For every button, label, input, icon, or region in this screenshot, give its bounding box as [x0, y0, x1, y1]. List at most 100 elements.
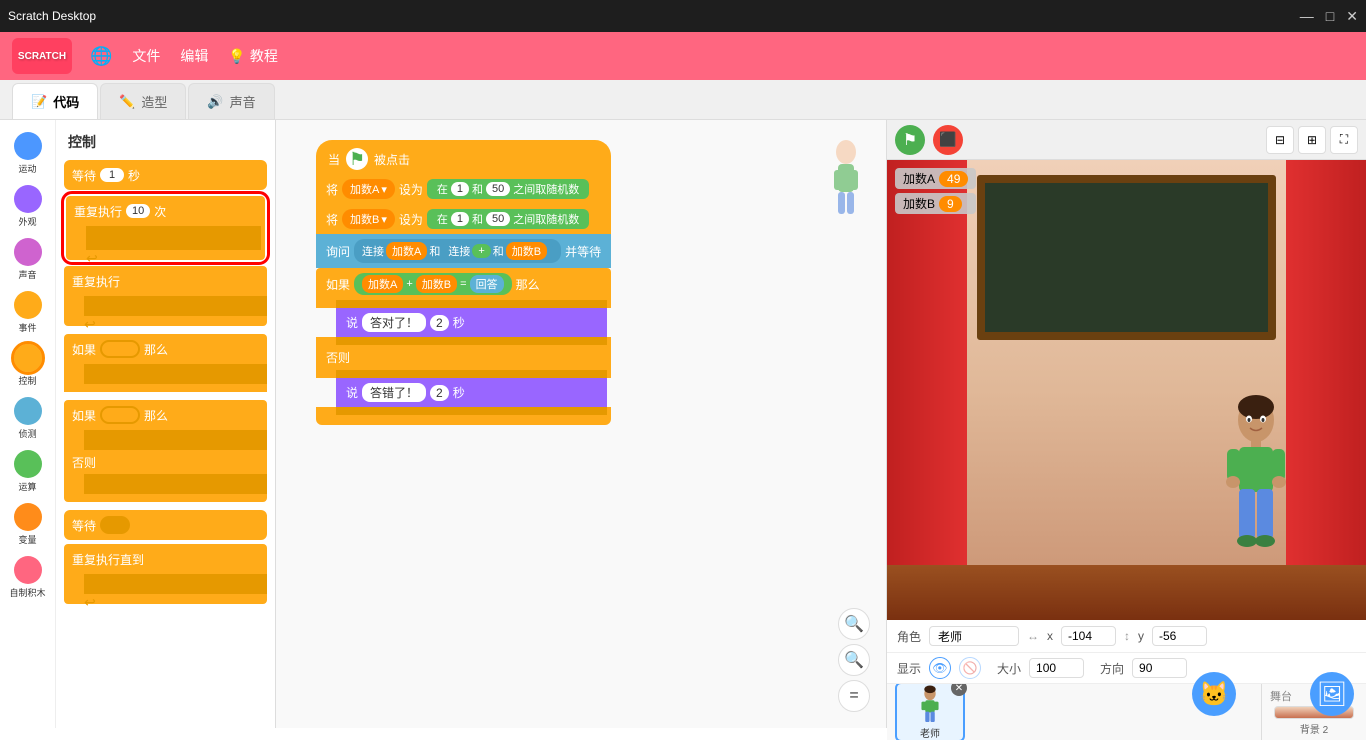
flag-icon: ⚑ [346, 148, 368, 170]
forever-block[interactable]: 重复执行 [64, 266, 267, 296]
script-container: 当 ⚑ 被点击 将 加数A ▾ 设为 在 1 和 50 [316, 140, 611, 425]
small-stage-button[interactable]: ⊟ [1266, 126, 1294, 154]
ask-block[interactable]: 询问 连接 加数A 和 连接 + 和 加数B 并等待 [316, 234, 611, 268]
fullscreen-button[interactable]: ⛶ [1330, 126, 1358, 154]
in-label-b: 在 [437, 211, 448, 227]
zoom-in-button[interactable]: 🔍 [838, 608, 870, 640]
category-variables[interactable]: 变量 [3, 499, 53, 550]
titlebar-right: — □ ✕ [1300, 8, 1358, 25]
tab-costume[interactable]: ✏️ 造型 [100, 83, 186, 119]
if-block[interactable]: 如果 那么 [64, 334, 267, 364]
var-b-selector[interactable]: 加数B ▾ [342, 209, 395, 229]
sprite-thumb-teacher[interactable]: ✕ 老师 [895, 684, 965, 740]
var-b-name: 加数B [350, 211, 379, 227]
and-label-a: 和 [472, 181, 483, 197]
repeat-until-block[interactable]: 重复执行直到 [64, 544, 267, 574]
correct-text: 答对了！ [362, 313, 426, 332]
if-foot [64, 384, 267, 392]
edit-menu[interactable]: 编辑 [170, 40, 218, 72]
script-area[interactable]: 当 ⚑ 被点击 将 加数A ▾ 设为 在 1 和 50 [276, 120, 886, 728]
range-a-val2[interactable]: 50 [486, 182, 510, 196]
say-time[interactable]: 2 [430, 315, 449, 331]
ask-label: 询问 [326, 243, 350, 260]
wrong-time[interactable]: 2 [430, 385, 449, 401]
category-sound-label: 声音 [18, 268, 36, 281]
say-correct-block[interactable]: 说 答对了！ 2 秒 [336, 308, 607, 337]
script-canvas: 当 ⚑ 被点击 将 加数A ▾ 设为 在 1 和 50 [276, 120, 886, 728]
set-a-op: 设为 [399, 181, 423, 198]
var-a-display: 加数A 49 [895, 168, 976, 189]
zoom-reset-icon: = [849, 687, 858, 705]
scratch-logo: SCRATCH [12, 38, 72, 74]
if-else-block[interactable]: 如果 那么 [64, 400, 267, 430]
bg-count: 背景 2 [1300, 721, 1328, 736]
tab-code[interactable]: 📝 代码 [12, 83, 98, 119]
repeat-block-circled: 重复执行 10 次 ↩ [64, 194, 267, 262]
and-label-b: 和 [472, 211, 483, 227]
wait-block[interactable]: 等待 1 秒 [64, 160, 267, 190]
set-var-a-block[interactable]: 将 加数A ▾ 设为 在 1 和 50 之间取随机数 [316, 174, 611, 204]
stop-button[interactable]: ⬛ [933, 125, 963, 155]
add-background-button[interactable]: 🖼 [1310, 672, 1354, 716]
repeat-input[interactable]: 10 [126, 204, 150, 218]
wait-input[interactable]: 1 [100, 168, 124, 182]
repeat-block[interactable]: 重复执行 10 次 [66, 196, 265, 226]
hide-button[interactable]: 🚫 [959, 657, 981, 679]
wait-answer-label: 并等待 [565, 243, 601, 260]
var-a-name: 加数A [350, 181, 379, 197]
maximize-button[interactable]: □ [1326, 8, 1334, 25]
category-looks[interactable]: 外观 [3, 181, 53, 232]
if-else-then: 那么 [144, 407, 168, 424]
file-menu[interactable]: 文件 [122, 40, 170, 72]
category-myblocks-label: 自制积木 [9, 586, 45, 599]
if-block-foot [316, 415, 611, 425]
globe-menu[interactable]: 🌐 [80, 40, 122, 73]
if-then: 那么 [144, 341, 168, 358]
hat-block[interactable]: 当 ⚑ 被点击 [316, 140, 611, 174]
size-input[interactable] [1029, 658, 1084, 678]
size-label: 大小 [997, 660, 1021, 677]
tab-costume-label: 造型 [141, 92, 167, 111]
zoom-reset-button[interactable]: = [838, 680, 870, 712]
x-input[interactable] [1061, 626, 1116, 646]
say-wrong-label: 说 [346, 384, 358, 401]
sprite-name-input[interactable] [929, 626, 1019, 646]
y-input[interactable] [1152, 626, 1207, 646]
green-flag-button[interactable]: ⚑ [895, 125, 925, 155]
category-motion[interactable]: 运动 [3, 128, 53, 179]
range-b-val1[interactable]: 1 [451, 212, 469, 226]
if-header[interactable]: 如果 加数A + 加数B = 回答 那么 [316, 268, 611, 300]
category-control[interactable]: 控制 [3, 340, 53, 391]
if-condition-slot [100, 340, 140, 358]
category-sound[interactable]: 声音 [3, 234, 53, 285]
range-b-val2[interactable]: 50 [486, 212, 510, 226]
category-myblocks[interactable]: 自制积木 [3, 552, 53, 603]
wrong-text: 答错了！ [362, 383, 426, 402]
add-sprite-button[interactable]: 🐱 [1192, 672, 1236, 716]
show-button[interactable]: 👁 [929, 657, 951, 679]
large-stage-button[interactable]: ⊞ [1298, 126, 1326, 154]
globe-icon: 🌐 [90, 46, 112, 67]
tutorial-menu[interactable]: 💡 教程 [218, 40, 287, 72]
category-sensing[interactable]: 侦测 [3, 393, 53, 444]
var-a-selector[interactable]: 加数A ▾ [342, 179, 395, 199]
set-var-b-block[interactable]: 将 加数B ▾ 设为 在 1 和 50 之间取随机数 [316, 204, 611, 234]
category-operators[interactable]: 运算 [3, 446, 53, 497]
clicked-label: 被点击 [374, 151, 410, 168]
var-a-value: 49 [939, 171, 968, 187]
script-area-sprite [826, 140, 866, 225]
minimize-button[interactable]: — [1300, 8, 1314, 25]
stage-controls: ⚑ ⬛ [895, 125, 963, 155]
zoom-out-button[interactable]: 🔍 [838, 644, 870, 676]
ask-join1: 连接 加数A 和 连接 + 和 加数B [354, 239, 561, 263]
sprite-delete-button[interactable]: ✕ [951, 684, 967, 696]
category-events[interactable]: 事件 [3, 287, 53, 338]
category-sensing-label: 侦测 [18, 427, 36, 440]
close-button[interactable]: ✕ [1346, 8, 1358, 25]
range-a-val1[interactable]: 1 [451, 182, 469, 196]
y-label: y [1138, 629, 1144, 643]
say-wrong-block[interactable]: 说 答错了！ 2 秒 [336, 378, 607, 407]
wait2-block[interactable]: 等待 [64, 510, 267, 540]
tab-sound[interactable]: 🔊 声音 [188, 83, 274, 119]
direction-input[interactable] [1132, 658, 1187, 678]
